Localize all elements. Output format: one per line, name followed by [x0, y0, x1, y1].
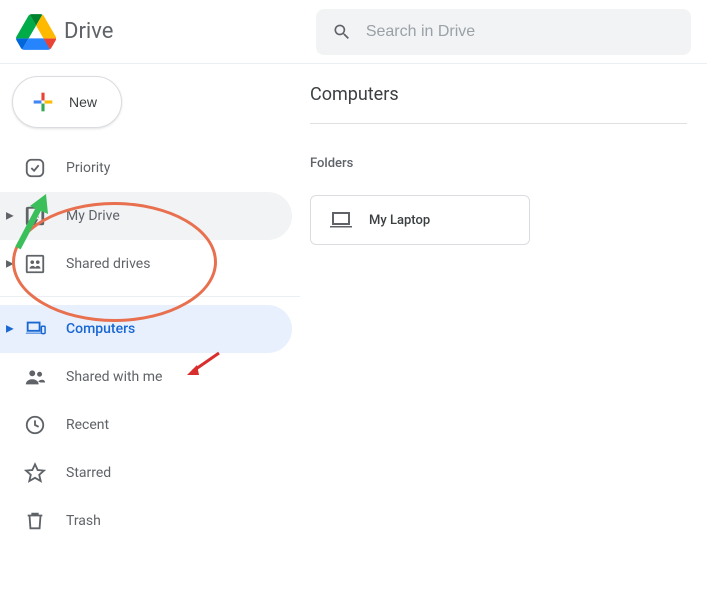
new-button[interactable]: New — [12, 76, 122, 128]
chevron-right-icon: ▶ — [6, 259, 14, 270]
shared-with-me-icon — [24, 366, 46, 388]
sidebar-item-computers[interactable]: ▶ Computers — [0, 305, 292, 353]
computers-icon — [24, 318, 46, 340]
priority-icon — [24, 157, 46, 179]
sidebar-item-label: Shared with me — [66, 369, 162, 385]
main-content: Computers Folders My Laptop — [300, 64, 707, 600]
chevron-right-icon: ▶ — [6, 211, 14, 222]
sidebar-item-label: Computers — [66, 321, 135, 337]
laptop-icon — [329, 208, 353, 232]
sidebar-item-shared-with-me[interactable]: Shared with me — [0, 353, 292, 401]
sidebar-item-label: Starred — [66, 465, 111, 481]
recent-icon — [24, 414, 46, 436]
sidebar-item-trash[interactable]: Trash — [0, 497, 292, 545]
new-button-label: New — [69, 94, 97, 110]
shared-drives-icon — [24, 253, 46, 275]
sidebar-item-my-drive[interactable]: ▶ My Drive — [0, 192, 292, 240]
folder-card[interactable]: My Laptop — [310, 195, 530, 245]
my-drive-icon — [24, 205, 46, 227]
sidebar-item-label: Trash — [66, 513, 101, 529]
search-bar[interactable] — [316, 9, 691, 55]
sidebar-item-priority[interactable]: Priority — [0, 144, 292, 192]
folder-name: My Laptop — [369, 213, 430, 228]
plus-icon — [29, 88, 57, 116]
logo-area[interactable]: Drive — [16, 12, 316, 52]
sidebar-item-recent[interactable]: Recent — [0, 401, 292, 449]
sidebar-item-label: Priority — [66, 160, 110, 176]
folders-heading: Folders — [310, 156, 707, 171]
app-title: Drive — [64, 19, 113, 44]
sidebar: New Priority ▶ My Drive ▶ — [0, 64, 300, 600]
search-icon — [332, 21, 352, 43]
chevron-right-icon: ▶ — [6, 324, 14, 335]
trash-icon — [24, 510, 46, 532]
drive-logo-icon — [16, 12, 56, 52]
search-input[interactable] — [366, 23, 675, 41]
page-title: Computers — [310, 84, 687, 124]
sidebar-item-label: Shared drives — [66, 256, 150, 272]
header: Drive — [0, 0, 707, 64]
starred-icon — [24, 462, 46, 484]
divider — [0, 296, 300, 297]
sidebar-item-label: My Drive — [66, 208, 120, 224]
sidebar-item-shared-drives[interactable]: ▶ Shared drives — [0, 240, 292, 288]
sidebar-item-starred[interactable]: Starred — [0, 449, 292, 497]
sidebar-item-label: Recent — [66, 417, 109, 433]
sidebar-list: Priority ▶ My Drive ▶ Sha — [0, 144, 300, 545]
